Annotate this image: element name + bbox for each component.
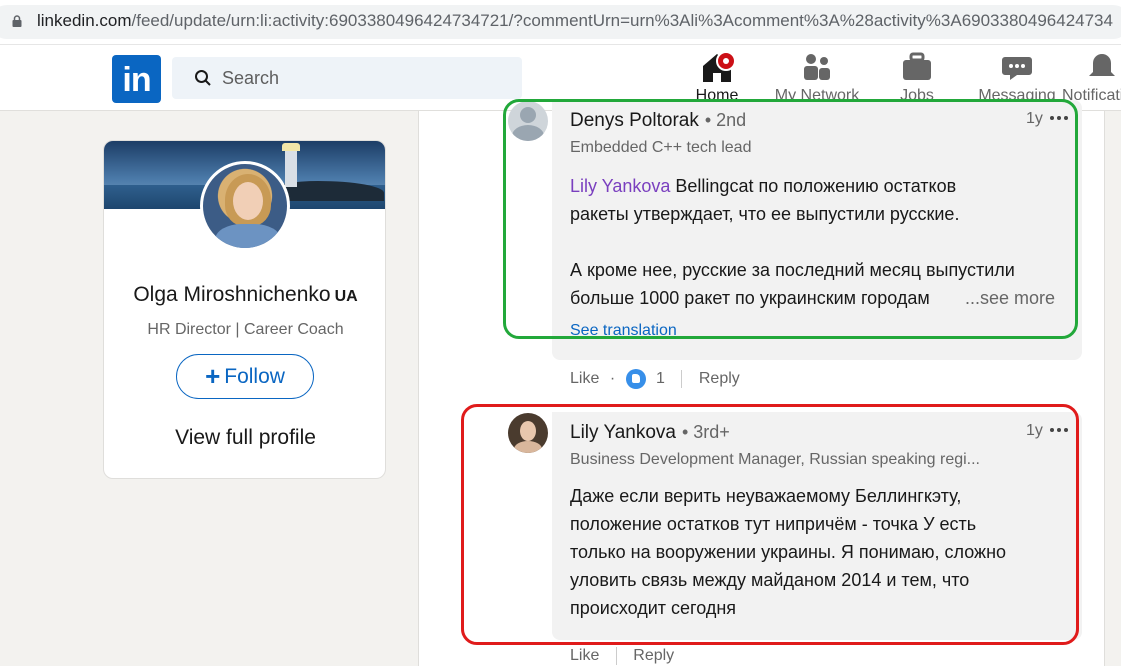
highlight-box-red xyxy=(461,404,1079,645)
lock-icon[interactable] xyxy=(12,15,22,27)
plus-icon: + xyxy=(205,361,221,391)
comment-actions: Like Reply xyxy=(570,647,674,665)
reply-button[interactable]: Reply xyxy=(699,370,740,388)
profile-avatar[interactable] xyxy=(200,161,290,251)
divider xyxy=(681,370,683,388)
profile-name[interactable]: Olga Miroshnichenko UA xyxy=(104,283,385,307)
profile-card: Olga Miroshnichenko UA HR Director | Care… xyxy=(103,140,386,479)
reply-button[interactable]: Reply xyxy=(633,647,674,665)
highlight-box-green xyxy=(503,99,1078,339)
comment-actions: Like · 1 Reply xyxy=(570,369,740,389)
like-reaction-icon[interactable] xyxy=(625,369,646,389)
follow-label: Follow xyxy=(224,365,285,388)
profile-title: HR Director | Career Coach xyxy=(147,321,344,338)
reaction-count[interactable]: 1 xyxy=(656,370,665,388)
search-icon xyxy=(195,70,211,86)
linkedin-logo[interactable]: in xyxy=(112,55,161,103)
url-path: /feed/update/urn:li:activity:69033804964… xyxy=(131,11,1113,30)
profile-flag: UA xyxy=(334,288,358,305)
follow-button[interactable]: + Follow xyxy=(176,354,314,399)
search-bar[interactable]: Search xyxy=(172,57,522,99)
profile-name-text: Olga Miroshnichenko xyxy=(133,283,331,306)
separator-dot: · xyxy=(609,370,616,387)
jobs-icon xyxy=(903,52,931,80)
url-host: linkedin.com xyxy=(37,11,132,30)
view-full-profile-link[interactable]: View full profile xyxy=(104,426,385,450)
network-icon xyxy=(804,54,830,80)
browser-address-bar: linkedin.com/feed/update/urn:li:activity… xyxy=(0,0,1121,45)
search-placeholder: Search xyxy=(222,68,280,88)
messaging-icon xyxy=(1002,57,1032,80)
divider xyxy=(615,647,617,665)
notification-badge xyxy=(716,51,736,71)
like-button[interactable]: Like xyxy=(570,647,599,665)
like-button[interactable]: Like xyxy=(570,370,599,388)
url-text[interactable]: linkedin.com/feed/update/urn:li:activity… xyxy=(37,11,1113,31)
notifications-icon xyxy=(1089,54,1115,76)
